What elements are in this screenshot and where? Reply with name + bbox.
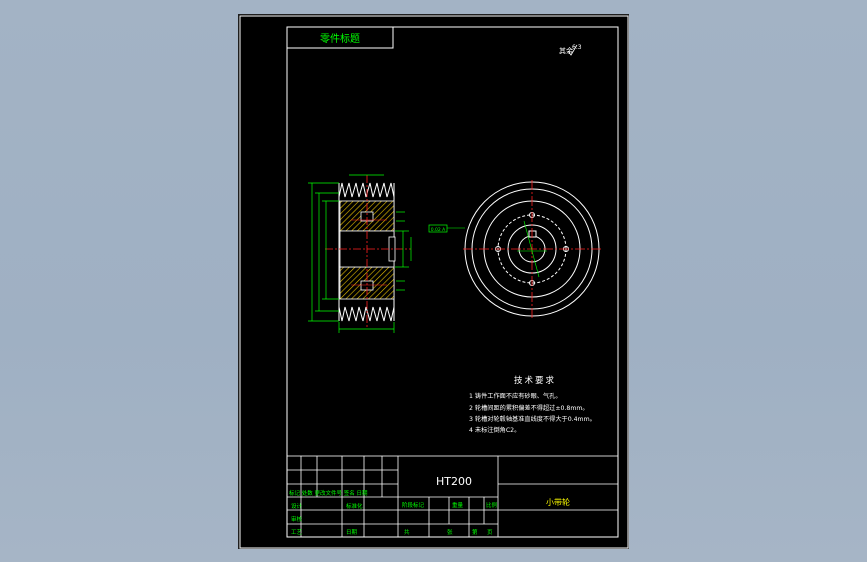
tech-req-item-3: 3 轮槽对轮毂轴基准直线度不得大于0.4mm。 bbox=[469, 415, 596, 423]
top-title-text: 零件标题 bbox=[320, 33, 360, 45]
tech-req-item-1: 1 铸件工作面不应有砂眼、气孔。 bbox=[469, 392, 562, 400]
cad-drawing: 零件标题 其余 6.3 0.02 A 技术要求 1 铸件工作面不应有砂眼、气孔。… bbox=[239, 15, 629, 549]
part-name: 小带轮 bbox=[546, 497, 570, 507]
section-view bbox=[308, 174, 412, 333]
roughness-note: 其余 bbox=[559, 46, 573, 55]
approve-label: 日期 bbox=[346, 529, 358, 536]
technical-requirements: 技术要求 1 铸件工作面不应有砂眼、气孔。 2 轮槽间距的累积偏差不得超过±0.… bbox=[469, 375, 596, 434]
stage-mark-label: 阶段标记 bbox=[402, 501, 425, 509]
page-label: 页 bbox=[487, 529, 493, 536]
weight-label: 重量 bbox=[452, 501, 464, 509]
process-label: 工艺 bbox=[291, 529, 303, 536]
sheet-of-label: 第 bbox=[472, 528, 478, 536]
sheet-no-label: 张 bbox=[447, 528, 453, 536]
material-label: HT200 bbox=[436, 475, 472, 488]
sheet-total-label: 共 bbox=[404, 528, 410, 536]
review-label: 审核 bbox=[291, 515, 303, 523]
title-row-marks: 标记 处数 更改文件号 签名 日期 bbox=[289, 489, 368, 497]
standardization-label: 标准化 bbox=[346, 502, 363, 510]
scale-label: 比例 bbox=[486, 501, 498, 509]
tech-req-item-2: 2 轮槽间距的累积偏差不得超过±0.8mm。 bbox=[469, 404, 589, 412]
tech-req-heading: 技术要求 bbox=[514, 375, 556, 386]
inner-frame bbox=[286, 26, 619, 538]
tech-req-item-4: 4 未标注倒角C2。 bbox=[469, 426, 520, 434]
front-view-centerlines bbox=[463, 180, 601, 318]
drawing-sheet: 零件标题 其余 6.3 0.02 A 技术要求 1 铸件工作面不应有砂眼、气孔。… bbox=[238, 14, 629, 549]
datum-callout: 0.02 A bbox=[431, 227, 446, 233]
designer-label: 设计 bbox=[291, 502, 303, 510]
outer-frame bbox=[239, 15, 629, 549]
